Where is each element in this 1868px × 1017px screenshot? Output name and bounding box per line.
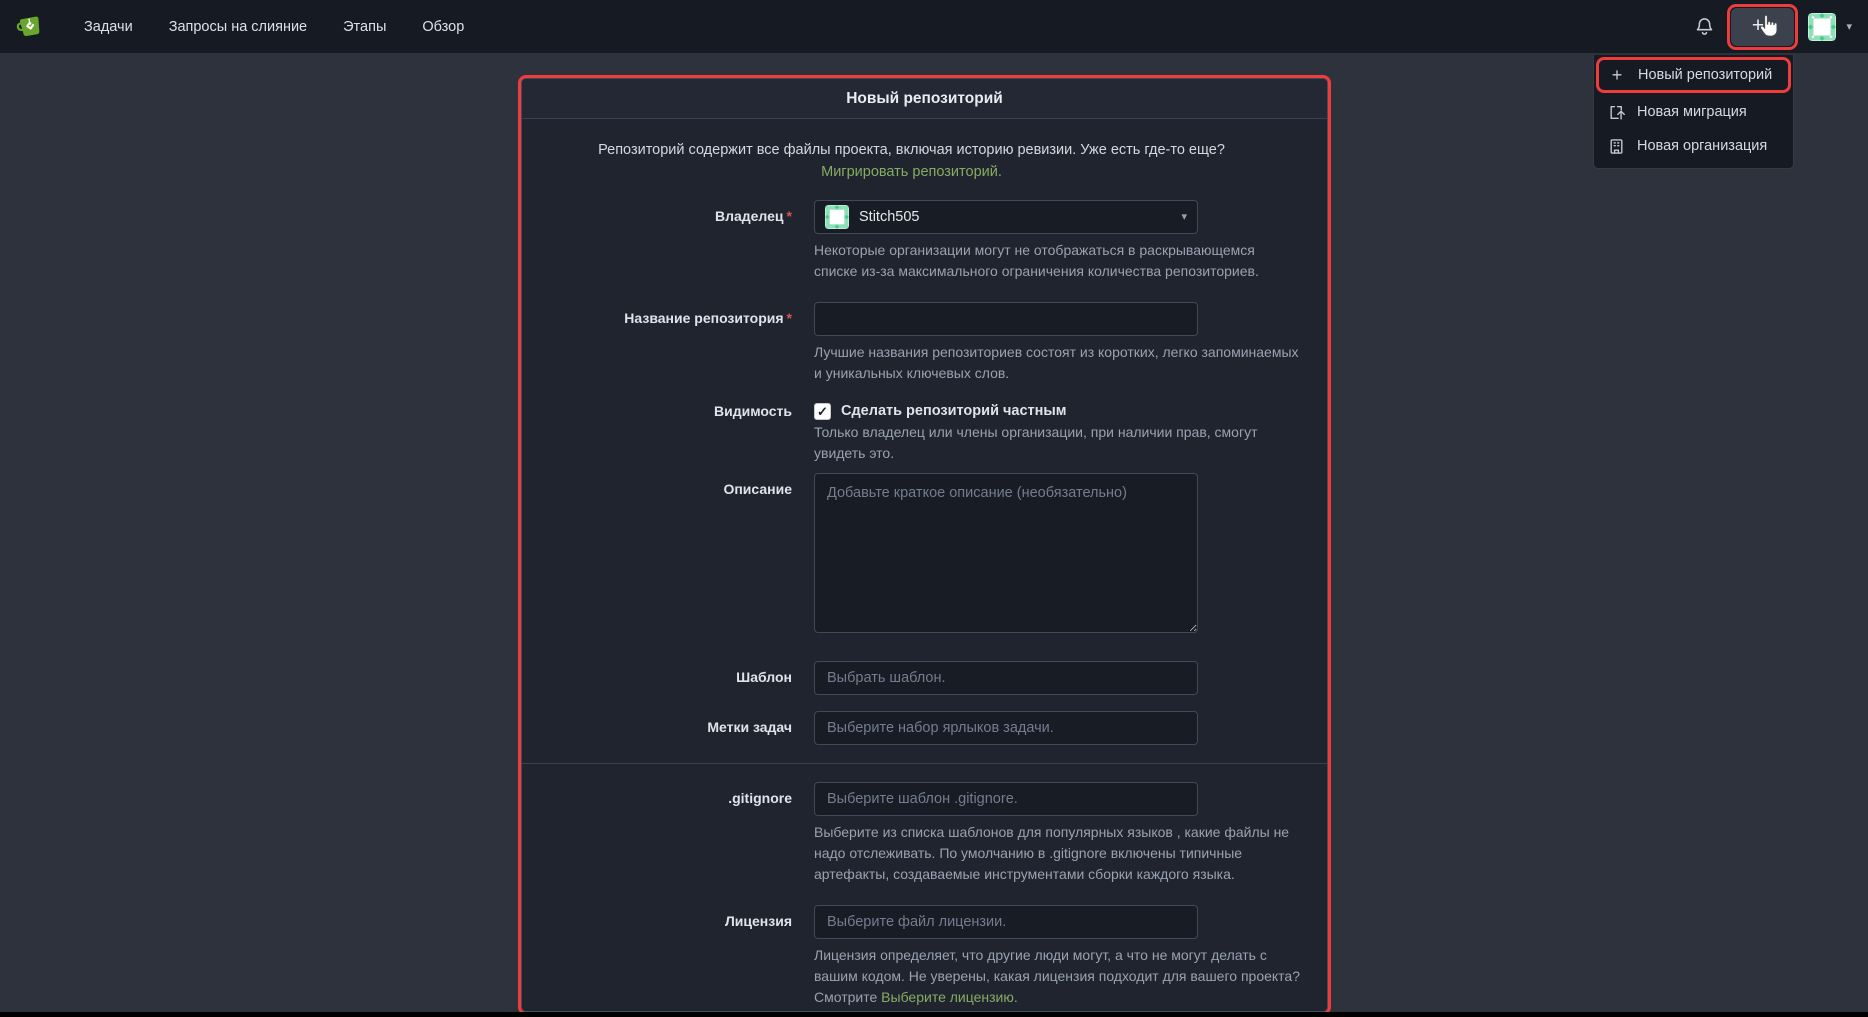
form-divider xyxy=(522,763,1327,764)
organization-icon xyxy=(1607,138,1625,155)
avatar-caret-icon[interactable]: ▾ xyxy=(1846,20,1852,33)
choose-license-link[interactable]: Выберите лицензию. xyxy=(881,989,1018,1005)
owner-value: Stitch505 xyxy=(859,209,919,225)
navbar-right: + ▾ xyxy=(1691,4,1852,50)
required-asterisk: * xyxy=(787,208,792,224)
repo-name-label-text: Название репозитория xyxy=(624,310,783,326)
plus-icon: + xyxy=(1608,66,1626,84)
description-textarea[interactable] xyxy=(814,473,1198,633)
template-row: Шаблон xyxy=(522,661,1301,695)
nav-link-explore[interactable]: Обзор xyxy=(422,19,464,35)
visibility-help: Только владелец или члены организации, п… xyxy=(814,422,1301,464)
issue-labels-input[interactable] xyxy=(814,711,1198,745)
menu-item-new-migration[interactable]: Новая миграция xyxy=(1594,95,1793,129)
main-nav: Задачи Запросы на слияние Этапы Обзор xyxy=(84,19,464,35)
menu-item-label: Новый репозиторий xyxy=(1638,67,1772,83)
repo-name-input[interactable] xyxy=(814,302,1198,336)
migrate-repository-link[interactable]: Мигрировать репозиторий. xyxy=(821,164,1002,180)
license-row: Лицензия Лицензия определяет, что другие… xyxy=(522,905,1301,1008)
create-menu: + Новый репозиторий Новая миграция xyxy=(1593,55,1794,169)
owner-label: Владелец* xyxy=(522,200,814,282)
repo-name-label: Название репозитория* xyxy=(522,302,814,384)
annotation-box-menu-item: + Новый репозиторий xyxy=(1596,57,1791,93)
repo-name-row: Название репозитория* Лучшие названия ре… xyxy=(522,302,1301,384)
navbar: Задачи Запросы на слияние Этапы Обзор + … xyxy=(0,0,1868,54)
form-body: Репозиторий содержит все файлы проекта, … xyxy=(522,119,1327,1012)
nav-link-milestones[interactable]: Этапы xyxy=(343,19,386,35)
bottom-strip xyxy=(0,1012,1868,1017)
create-new-button[interactable]: + ▾ xyxy=(1731,8,1794,46)
chevron-down-icon: ▾ xyxy=(1181,210,1187,223)
user-avatar[interactable] xyxy=(1808,13,1836,41)
migrate-icon xyxy=(1607,104,1625,121)
owner-avatar xyxy=(825,205,849,229)
description-row: Описание xyxy=(522,473,1301,638)
description-label: Описание xyxy=(522,473,814,638)
page-title: Новый репозиторий xyxy=(846,90,1003,108)
menu-item-new-repository[interactable]: + Новый репозиторий xyxy=(1599,60,1788,90)
annotation-box-plus: + ▾ xyxy=(1727,4,1798,50)
gitignore-label: .gitignore xyxy=(522,782,814,885)
nav-link-issues[interactable]: Задачи xyxy=(84,19,133,35)
gitignore-row: .gitignore Выберите из списка шаблонов д… xyxy=(522,782,1301,885)
intro-text: Репозиторий содержит все файлы проекта, … xyxy=(598,142,1225,158)
visibility-row: Видимость ✓ Сделать репозиторий частным … xyxy=(522,401,1301,464)
private-checkbox-label[interactable]: Сделать репозиторий частным xyxy=(841,403,1067,419)
gitignore-help: Выберите из списка шаблонов для популярн… xyxy=(814,822,1301,885)
form-intro: Репозиторий содержит все файлы проекта, … xyxy=(567,139,1257,184)
repo-name-help: Лучшие названия репозиториев состоят из … xyxy=(814,342,1301,384)
owner-label-text: Владелец xyxy=(715,208,784,224)
plus-icon: + xyxy=(1752,15,1764,36)
bell-icon xyxy=(1695,17,1714,36)
gitignore-input[interactable] xyxy=(814,782,1198,816)
private-checkbox[interactable]: ✓ xyxy=(814,403,831,420)
gitea-logo-icon[interactable] xyxy=(14,11,46,43)
menu-item-label: Новая организация xyxy=(1637,138,1767,154)
license-input[interactable] xyxy=(814,905,1198,939)
form-header: Новый репозиторий xyxy=(522,79,1327,119)
license-label: Лицензия xyxy=(522,905,814,1008)
menu-item-new-organization[interactable]: Новая организация xyxy=(1594,129,1793,163)
owner-help: Некоторые организации могут не отображат… xyxy=(814,240,1301,282)
owner-row: Владелец* xyxy=(522,200,1301,282)
check-icon: ✓ xyxy=(817,405,828,418)
required-asterisk: * xyxy=(787,310,792,326)
owner-select[interactable]: Stitch505 ▾ xyxy=(814,200,1198,234)
license-help: Лицензия определяет, что другие люди мог… xyxy=(814,945,1301,1008)
visibility-label: Видимость xyxy=(522,401,814,464)
nav-link-pull-requests[interactable]: Запросы на слияние xyxy=(169,19,307,35)
template-label: Шаблон xyxy=(522,661,814,695)
menu-item-label: Новая миграция xyxy=(1637,104,1747,120)
notifications-button[interactable] xyxy=(1691,14,1717,40)
template-input[interactable] xyxy=(814,661,1198,695)
new-repo-form: Новый репозиторий Репозиторий содержит в… xyxy=(521,78,1328,1012)
issue-labels-row: Метки задач xyxy=(522,711,1301,745)
issue-labels-label: Метки задач xyxy=(522,711,814,745)
